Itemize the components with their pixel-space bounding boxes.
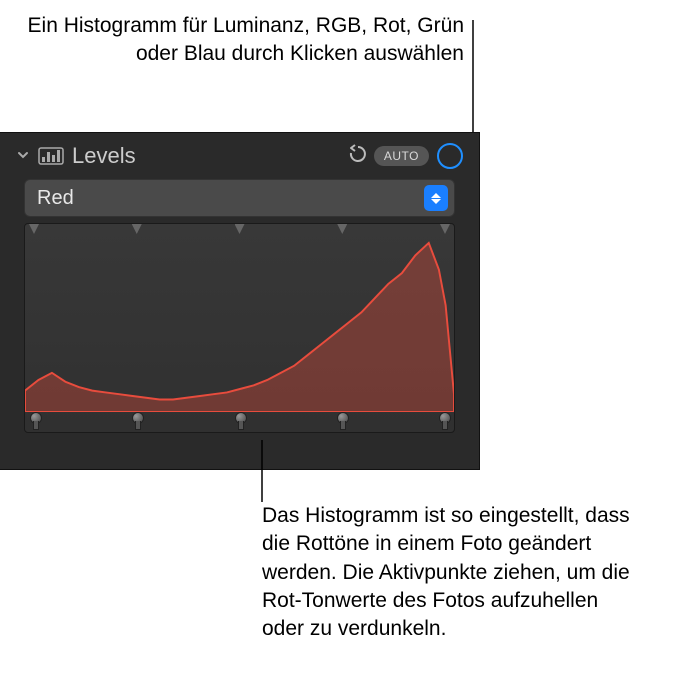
dropdown-stepper-icon xyxy=(424,185,448,211)
histogram-top-ticks xyxy=(25,224,454,234)
levels-icon xyxy=(38,146,64,166)
channel-select-label: Red xyxy=(37,187,74,210)
callout-leader-bottom xyxy=(252,440,272,502)
top-handle-black[interactable] xyxy=(29,224,39,234)
bottom-handle-black[interactable] xyxy=(27,412,43,430)
callout-top-text: Ein Histogramm für Luminanz, RGB, Rot, G… xyxy=(0,12,464,69)
bottom-handle-highlights[interactable] xyxy=(334,412,350,430)
top-handle-midtones[interactable] xyxy=(235,224,245,234)
disclosure-chevron-icon[interactable] xyxy=(16,148,30,165)
undo-icon[interactable] xyxy=(346,143,366,169)
levels-header: Levels AUTO xyxy=(12,143,467,169)
levels-title: Levels xyxy=(72,143,338,169)
levels-panel: Levels AUTO Red xyxy=(0,132,480,470)
channel-select[interactable]: Red xyxy=(24,179,455,217)
bottom-handle-white[interactable] xyxy=(436,412,452,430)
auto-button[interactable]: AUTO xyxy=(374,146,429,166)
top-handle-shadows[interactable] xyxy=(132,224,142,234)
top-handle-highlights[interactable] xyxy=(337,224,347,234)
bottom-handle-midtones[interactable] xyxy=(232,412,248,430)
histogram-plot xyxy=(25,234,454,412)
bottom-handle-shadows[interactable] xyxy=(129,412,145,430)
histogram xyxy=(24,223,455,433)
callout-bottom-text: Das Histogramm ist so eingestellt, dass … xyxy=(262,502,642,644)
histogram-bottom-handles xyxy=(25,412,454,430)
top-handle-white[interactable] xyxy=(440,224,450,234)
enable-toggle[interactable] xyxy=(437,143,463,169)
